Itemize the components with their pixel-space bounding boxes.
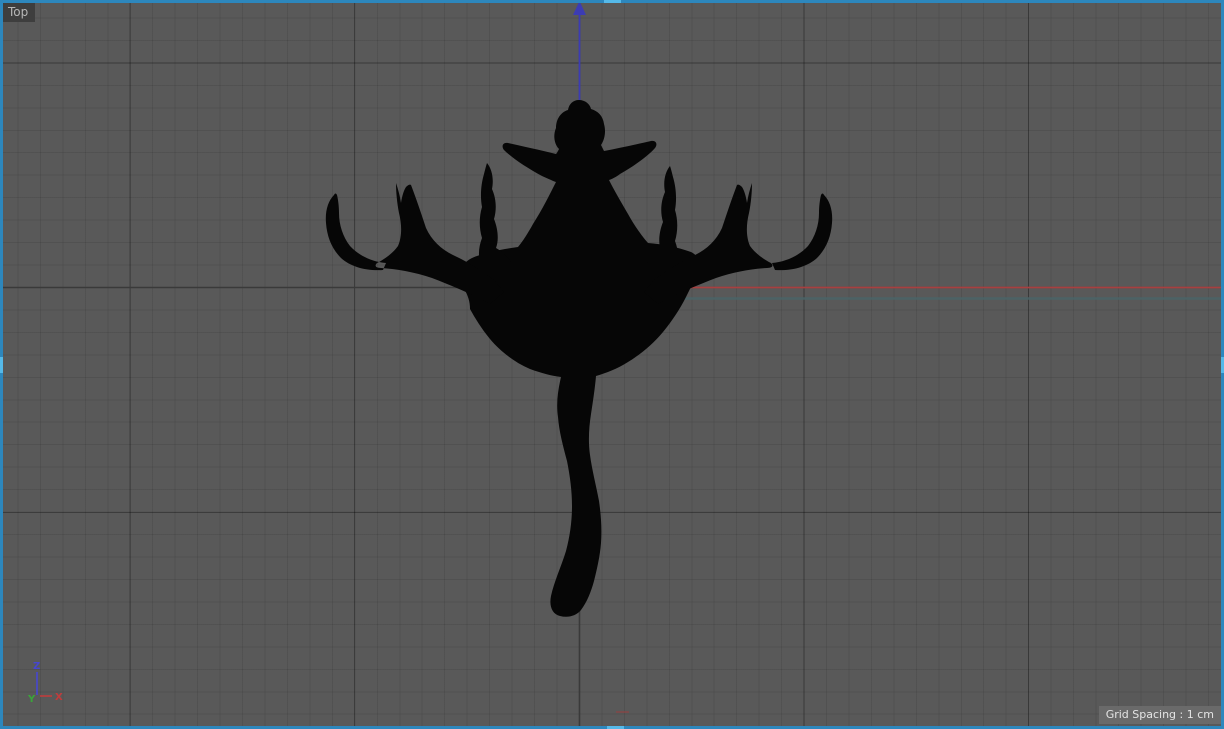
gizmo-x-label: X [55, 692, 63, 703]
model-silhouette-body[interactable] [462, 100, 700, 617]
axis-gizmo: Z X Y [27, 661, 63, 705]
gizmo-y-label: Y [27, 694, 36, 705]
viewport-splitter-handle-top[interactable] [604, 0, 621, 3]
scene-canvas [0, 0, 1224, 729]
viewport-splitter-handle-left[interactable] [0, 357, 3, 373]
model-silhouette-left-claw[interactable] [325, 183, 504, 304]
axis-z-arrowhead-icon [573, 1, 586, 15]
bottom-axis-artifact [616, 711, 629, 713]
viewport-top-view[interactable]: Z X Y Top Grid Spacing : 1 cm [0, 0, 1224, 729]
viewport-view-name-label: Top [3, 3, 36, 22]
grid-spacing-status-label: Grid Spacing : 1 cm [1098, 706, 1221, 724]
gizmo-z-label: Z [33, 661, 40, 672]
model-silhouette-left-spike[interactable] [478, 163, 511, 262]
